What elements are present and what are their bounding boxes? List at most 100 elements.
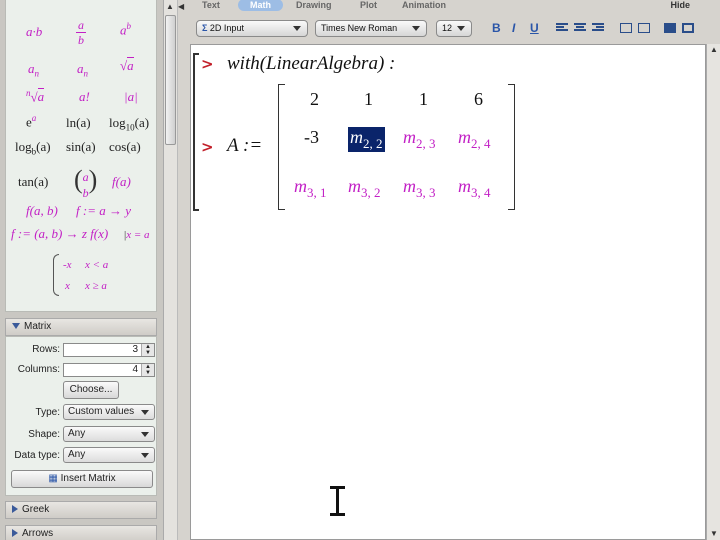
type-dropdown[interactable]: Custom values [63, 404, 155, 420]
scroll-up-icon[interactable]: ▲ [710, 45, 718, 54]
columns-spinner[interactable]: 4 ▲ ▼ [63, 363, 155, 377]
input-mode-dropdown[interactable]: Σ 2D Input [196, 20, 308, 37]
matrix-cell-2-1[interactable]: -3 [304, 127, 319, 148]
worksheet[interactable]: > with(LinearAlgebra) : > A := [190, 44, 706, 540]
palette-ln[interactable]: ln(a) [66, 115, 91, 131]
expression-palette: x → a a·b ab ab an an √a n√a a! |a| ea l… [5, 0, 157, 312]
palette-exp[interactable]: ea [26, 113, 36, 130]
align-left-icon[interactable] [556, 23, 568, 33]
tab-text[interactable]: Text [202, 0, 220, 10]
palette-sin[interactable]: sin(a) [66, 139, 96, 155]
greek-section-header[interactable]: Greek [5, 501, 157, 519]
palette-log10[interactable]: log10(a) [109, 115, 149, 133]
matrix-right-bracket [508, 84, 515, 210]
palette-scrollbar[interactable]: ▲ [163, 0, 177, 540]
choose-button[interactable]: Choose... [63, 381, 119, 399]
matrix-cell-3-2[interactable]: m3, 2 [348, 176, 381, 201]
matrix-cell-1-1[interactable]: 2 [310, 89, 319, 110]
highlight-color-icon[interactable] [664, 23, 676, 33]
matrix-cell-1-3[interactable]: 1 [419, 89, 428, 110]
hide-button[interactable]: Hide [670, 0, 690, 10]
palette-power[interactable]: ab [120, 21, 131, 38]
palette-cos[interactable]: cos(a) [109, 139, 141, 155]
shape-label: Shape: [28, 429, 60, 440]
palette-multiply[interactable]: a·b [26, 24, 42, 40]
execution-group-bracket [193, 53, 199, 211]
expand-arrow-icon [12, 529, 18, 538]
assignment-lhs[interactable]: A := [227, 135, 262, 157]
palette-function-2[interactable]: f(a, b) [26, 203, 58, 219]
palette-nth-root[interactable]: n√a [26, 88, 45, 105]
maple-window: x → a a·b ab ab an an √a n√a a! |a| ea l… [0, 0, 720, 540]
tab-math[interactable]: Math [238, 0, 283, 11]
worksheet-scrollbar[interactable]: ▲ ▼ [706, 44, 720, 540]
shape-dropdown[interactable]: Any [63, 426, 155, 442]
palette-logb[interactable]: logb(a) [15, 139, 51, 157]
numbered-list-icon[interactable] [638, 23, 650, 33]
align-right-icon[interactable] [592, 23, 604, 33]
chevron-down-icon [141, 453, 149, 458]
palette-sqrt[interactable]: √a [120, 57, 134, 74]
chevron-down-icon [457, 26, 465, 31]
format-toolbar: Σ 2D Input Times New Roman 12 B I U [190, 17, 720, 41]
columns-label: Columns: [17, 364, 60, 375]
palette-tan[interactable]: tan(a) [18, 174, 48, 190]
spinner-arrows-icon[interactable]: ▲ ▼ [141, 364, 154, 376]
bold-button[interactable]: B [492, 21, 501, 35]
tab-drawing[interactable]: Drawing [296, 0, 332, 10]
matrix-cell-2-4[interactable]: m2, 4 [458, 127, 491, 152]
expand-arrow-icon [12, 505, 18, 514]
palette-subscript[interactable]: an [28, 61, 39, 79]
prompt-2: > [201, 138, 214, 156]
matrix-cell-1-4[interactable]: 6 [474, 89, 483, 110]
arrows-section-header[interactable]: Arrows [5, 525, 157, 540]
collapse-left-icon[interactable]: ◀ [178, 2, 184, 11]
palette-panel: x → a a·b ab ab an an √a n√a a! |a| ea l… [0, 0, 163, 540]
palette-arrow-def[interactable]: f := a → y [76, 203, 131, 219]
palette-abs[interactable]: |a| [124, 89, 138, 105]
matrix-cell-3-1[interactable]: m3, 1 [294, 176, 327, 201]
panel-collapse-strip[interactable]: ◀ [177, 0, 185, 540]
input-line-1[interactable]: with(LinearAlgebra) : [227, 53, 395, 75]
collapse-arrow-icon [12, 323, 20, 330]
palette-top-item[interactable]: x → a [26, 0, 53, 1]
chevron-down-icon [412, 26, 420, 31]
rows-spinner[interactable]: 3 ▲ ▼ [63, 343, 155, 357]
matrix-cell-3-4[interactable]: m3, 4 [458, 176, 491, 201]
scroll-down-icon[interactable]: ▼ [710, 529, 718, 538]
scroll-thumb[interactable] [165, 15, 176, 145]
matrix-cell-2-3[interactable]: m2, 3 [403, 127, 436, 152]
spinner-arrows-icon[interactable]: ▲ ▼ [141, 344, 154, 356]
tab-animation[interactable]: Animation [402, 0, 446, 10]
palette-function[interactable]: f(a) [112, 174, 131, 190]
matrix-cell-3-3[interactable]: m3, 3 [403, 176, 436, 201]
datatype-dropdown[interactable]: Any [63, 447, 155, 463]
prompt-1: > [201, 55, 214, 73]
palette-arrow-def-2[interactable]: f := (a, b) → z f(x) [11, 226, 108, 242]
font-size-dropdown[interactable]: 12 [436, 20, 472, 37]
text-color-icon[interactable] [682, 23, 694, 33]
tab-plot[interactable]: Plot [360, 0, 377, 10]
matrix-section-header[interactable]: Matrix [5, 318, 157, 336]
underline-button[interactable]: U [530, 21, 539, 35]
table-icon[interactable] [620, 23, 632, 33]
italic-button[interactable]: I [512, 21, 515, 35]
palette-fraction[interactable]: ab [76, 17, 86, 46]
palette-factorial[interactable]: a! [79, 89, 90, 105]
scroll-up-icon[interactable]: ▲ [166, 2, 174, 11]
matrix-cell-1-2[interactable]: 1 [364, 89, 373, 110]
palette-piecewise[interactable]: -x x < a x x ≥ a [53, 254, 123, 298]
type-label: Type: [35, 407, 60, 418]
palette-subscript-literal[interactable]: an [77, 61, 88, 79]
matrix-cell-2-2[interactable]: m2, 2 [348, 127, 385, 152]
text-cursor-icon [330, 486, 345, 518]
palette-binomial[interactable]: (a b) [74, 165, 97, 199]
chevron-down-icon [293, 26, 301, 31]
matrix-palette: Rows: 3 ▲ ▼ Columns: 4 ▲ ▼ Choose... Type: C… [5, 336, 157, 496]
math-mode-icon: Σ [202, 23, 208, 33]
insert-matrix-button[interactable]: ▦ Insert Matrix [11, 470, 153, 488]
align-center-icon[interactable] [574, 23, 586, 33]
font-dropdown[interactable]: Times New Roman [315, 20, 427, 37]
palette-eval-at[interactable]: |x = a [124, 229, 150, 241]
chevron-down-icon [141, 432, 149, 437]
